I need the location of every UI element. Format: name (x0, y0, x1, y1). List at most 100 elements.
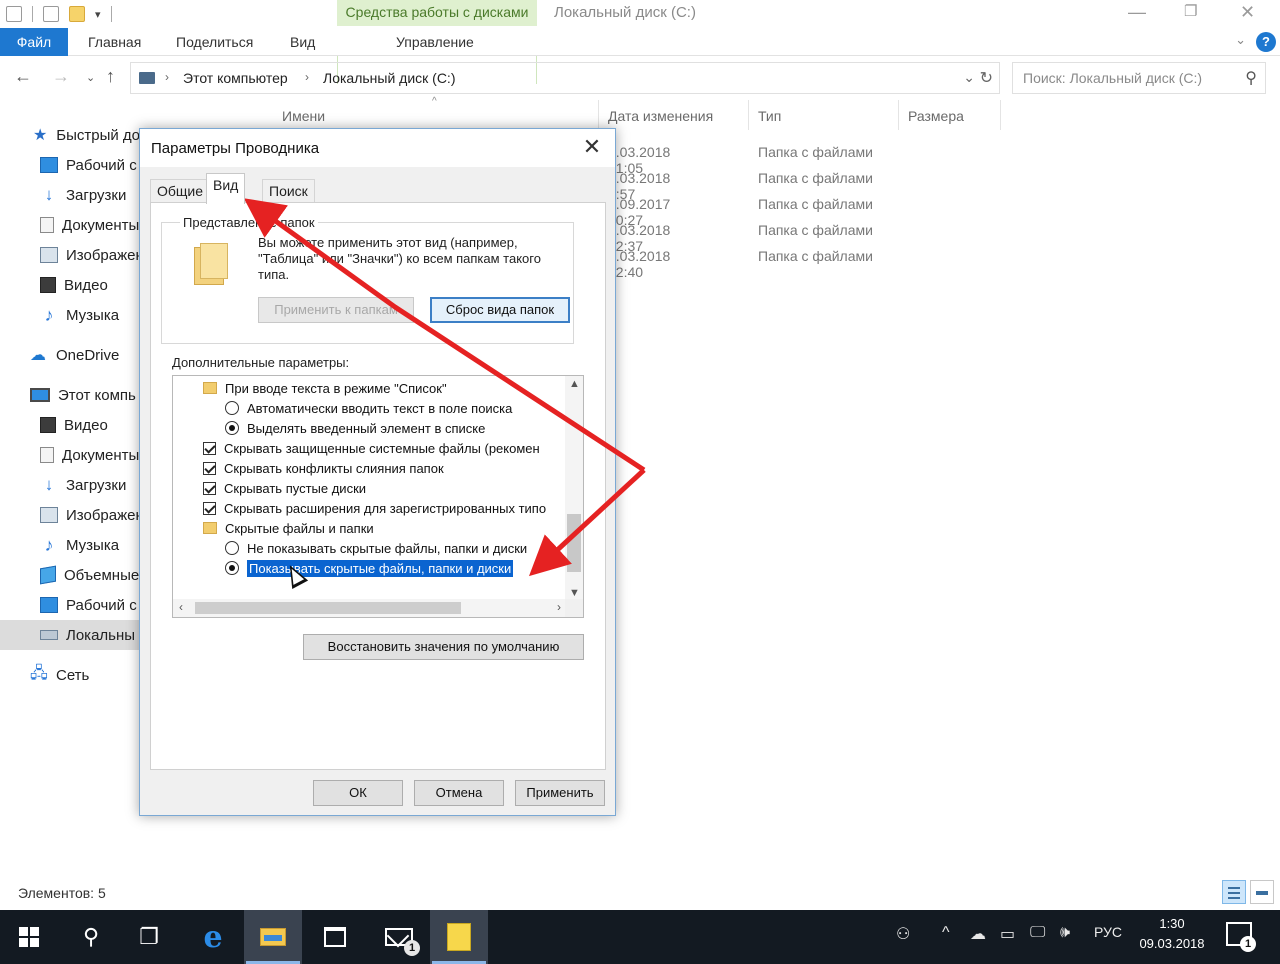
store-button[interactable] (306, 910, 364, 964)
breadcrumb-local-disk[interactable]: Локальный диск (C:) (323, 70, 456, 86)
help-icon[interactable]: ? (1256, 32, 1276, 52)
sidebar-item-downloads[interactable]: ↓ Загрузки (0, 470, 140, 500)
sidebar-item-onedrive[interactable]: ☁ OneDrive (0, 340, 140, 370)
edge-button[interactable]: e (184, 910, 242, 964)
address-bar[interactable]: › Этот компьютер › Локальный диск (C:) ⌄… (130, 62, 1000, 94)
radio-auto-search[interactable] (225, 401, 239, 415)
cancel-button[interactable]: Отмена (414, 780, 504, 806)
tab-home[interactable]: Главная (88, 34, 141, 50)
close-window-button[interactable]: ✕ (1240, 2, 1255, 23)
radio-dont-show-hidden[interactable] (225, 541, 239, 555)
scroll-up-icon[interactable]: ▲ (569, 378, 580, 390)
checkbox-hide-merge-conflicts[interactable] (203, 461, 216, 475)
sidebar-item-documents[interactable]: Документы (0, 440, 140, 470)
sidebar-item-music[interactable]: ♪ Музыка (0, 530, 140, 560)
list-item[interactable]: Скрывать конфликты слияния папок (203, 458, 444, 478)
sidebar-item-local-disk[interactable]: Локальны (0, 620, 140, 650)
refresh-icon[interactable]: ↻ (980, 68, 993, 88)
column-divider[interactable] (748, 100, 749, 130)
scroll-down-icon[interactable]: ▼ (569, 587, 580, 599)
scroll-right-icon[interactable]: › (557, 600, 561, 614)
back-icon[interactable]: ← (14, 66, 32, 87)
list-item[interactable]: Выделять введенный элемент в списке (225, 418, 485, 438)
sticky-notes-button[interactable] (430, 910, 488, 964)
sidebar-item-this-pc[interactable]: Этот компь (0, 380, 140, 410)
column-header-size[interactable]: Размера (908, 108, 964, 124)
list-item[interactable]: Скрывать расширения для зарегистрированн… (203, 498, 546, 518)
apply-to-folders-button[interactable]: Применить к папкам (258, 297, 414, 323)
action-center-icon[interactable]: 1 (1226, 922, 1256, 952)
expand-ribbon-icon[interactable]: ⌄ (1235, 32, 1246, 48)
properties-icon[interactable] (43, 6, 59, 22)
column-divider[interactable] (1000, 100, 1001, 130)
mail-button[interactable]: 1 (370, 910, 428, 964)
maximize-button[interactable]: ❐ (1184, 2, 1197, 20)
new-folder-icon[interactable] (69, 6, 85, 22)
onedrive-tray-icon[interactable]: ☁ (970, 924, 986, 944)
column-header-date[interactable]: Дата изменения (608, 108, 713, 124)
minimize-button[interactable]: — (1128, 2, 1146, 23)
list-item[interactable]: Скрывать защищенные системные файлы (рек… (203, 438, 540, 458)
scroll-left-icon[interactable]: ‹ (179, 600, 183, 614)
recent-locations-icon[interactable]: ⌄ (86, 71, 95, 84)
file-explorer-button[interactable] (244, 910, 302, 964)
clock[interactable]: 1:30 09.03.2018 (1130, 914, 1214, 954)
up-icon[interactable]: ↑ (106, 66, 115, 87)
sidebar-item-desktop[interactable]: Рабочий с (0, 150, 140, 180)
radio-show-hidden[interactable] (225, 561, 239, 575)
column-divider[interactable] (598, 100, 599, 130)
checkbox-hide-empty-drives[interactable] (203, 481, 216, 495)
ok-button[interactable]: ОК (313, 780, 403, 806)
task-view-button[interactable]: ❐ (120, 910, 178, 964)
sidebar-item-videos[interactable]: Видео (0, 270, 140, 300)
column-header-name[interactable]: Имени (282, 108, 325, 124)
search-button[interactable]: ⚲ (62, 910, 120, 964)
column-header-type[interactable]: Тип (758, 108, 781, 124)
tab-search[interactable]: Поиск (262, 179, 315, 203)
tab-view-options[interactable]: Вид (206, 173, 246, 204)
sidebar-item-pictures[interactable]: Изображен (0, 500, 140, 530)
tab-share[interactable]: Поделиться (176, 34, 253, 50)
tab-view[interactable]: Вид (290, 34, 315, 50)
forward-icon[interactable]: → (52, 66, 70, 87)
customize-toolbar-icon[interactable]: ▾ (95, 8, 101, 21)
network-tray-icon[interactable]: 🖵 (1030, 924, 1045, 942)
large-icons-view-icon[interactable] (1250, 880, 1274, 904)
vertical-scrollbar[interactable]: ▲ ▼ (565, 376, 583, 601)
breadcrumb-separator-icon[interactable]: › (165, 70, 169, 84)
column-divider[interactable] (898, 100, 899, 130)
address-dropdown-icon[interactable]: ⌄ (963, 69, 975, 86)
search-icon[interactable]: ⚲ (1245, 68, 1257, 88)
volume-icon[interactable]: 🕪 (1060, 924, 1070, 942)
start-button[interactable] (0, 910, 58, 964)
list-item[interactable]: Показывать скрытые файлы, папки и диски (225, 558, 514, 578)
radio-select-typed[interactable] (225, 421, 239, 435)
sidebar-item-videos[interactable]: Видео (0, 410, 140, 440)
advanced-settings-list[interactable]: При вводе текста в режиме "Список" Автом… (172, 375, 584, 618)
list-item[interactable]: Скрывать пустые диски (203, 478, 366, 498)
tab-manage[interactable]: Управление (396, 34, 474, 50)
sidebar-item-documents[interactable]: Документы (0, 210, 140, 240)
list-item[interactable]: Не показывать скрытые файлы, папки и дис… (225, 538, 527, 558)
breadcrumb-separator-icon[interactable]: › (305, 70, 309, 84)
explorer-icon[interactable] (6, 6, 22, 22)
details-view-icon[interactable] (1222, 880, 1246, 904)
tab-general[interactable]: Общие (150, 179, 211, 203)
apply-button[interactable]: Применить (515, 780, 605, 806)
checkbox-hide-protected[interactable] (203, 441, 216, 455)
sidebar-item-3d-objects[interactable]: Объемные (0, 560, 140, 590)
search-box[interactable]: Поиск: Локальный диск (C:) ⚲ (1012, 62, 1266, 94)
sidebar-item-network[interactable]: 🖧 Сеть (0, 660, 140, 690)
sidebar-item-downloads[interactable]: ↓ Загрузки (0, 180, 140, 210)
checkbox-hide-extensions[interactable] (203, 501, 216, 515)
sidebar-item-music[interactable]: ♪ Музыка (0, 300, 140, 330)
tab-file[interactable]: Файл (0, 28, 68, 56)
sidebar-item-pictures[interactable]: Изображен (0, 240, 140, 270)
sidebar-item-desktop[interactable]: Рабочий с (0, 590, 140, 620)
input-language[interactable]: РУС (1094, 924, 1122, 940)
close-icon[interactable]: ✕ (577, 133, 607, 161)
horizontal-scrollbar[interactable]: ‹ › (173, 599, 567, 617)
list-item[interactable]: Автоматически вводить текст в поле поиск… (225, 398, 512, 418)
breadcrumb-this-pc[interactable]: Этот компьютер (183, 70, 288, 86)
restore-defaults-button[interactable]: Восстановить значения по умолчанию (303, 634, 584, 660)
